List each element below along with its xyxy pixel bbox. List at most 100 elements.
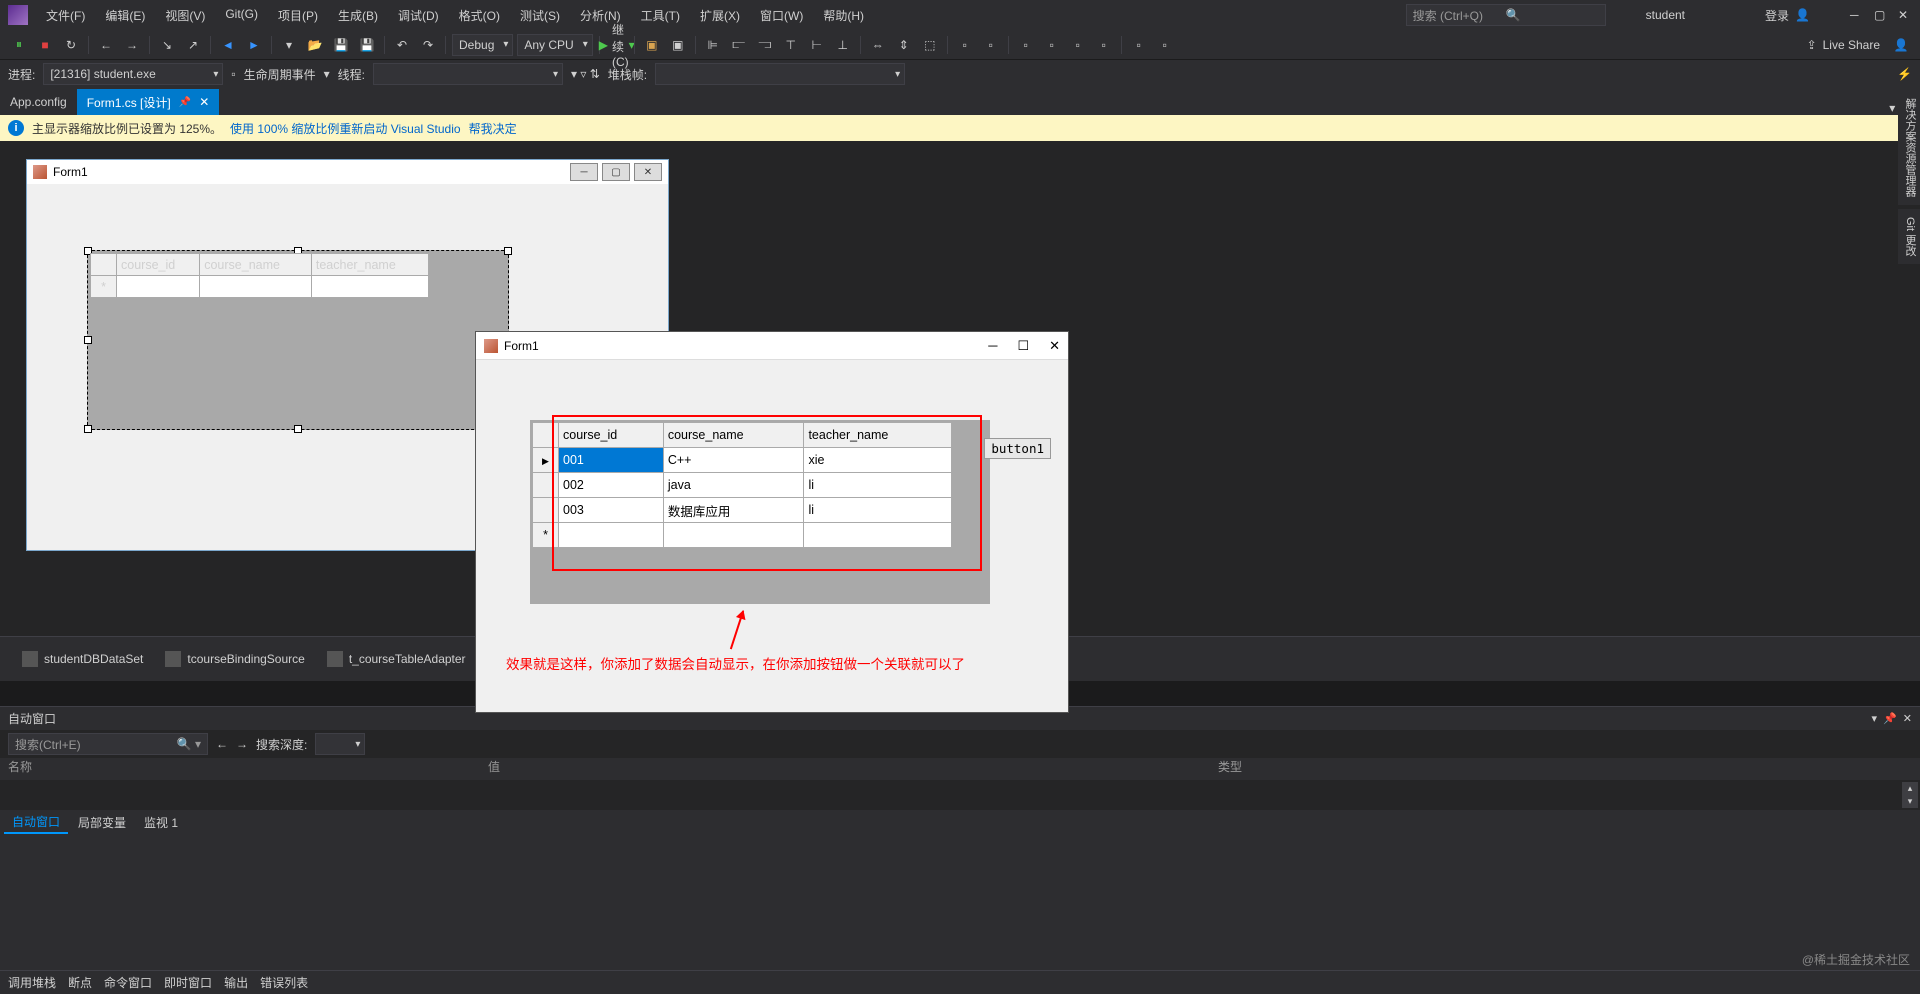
step-icon[interactable]: ↘	[156, 34, 178, 56]
table-row[interactable]: 003数据库应用li	[533, 498, 952, 523]
misc2-icon[interactable]: ▫	[980, 34, 1002, 56]
undo-icon[interactable]: ↶	[391, 34, 413, 56]
redo-icon[interactable]: ↷	[417, 34, 439, 56]
tab-form1-design[interactable]: Form1.cs [设计]📌✕	[77, 89, 220, 115]
button1[interactable]: button1	[984, 438, 1051, 459]
menu-window[interactable]: 窗口(W)	[752, 3, 811, 28]
menu-format[interactable]: 格式(O)	[451, 3, 508, 28]
nav-fwd-icon[interactable]: →	[121, 34, 143, 56]
status-callstack[interactable]: 调用堆栈	[8, 974, 56, 991]
col-type[interactable]: 类型	[1218, 758, 1242, 780]
misc5-icon[interactable]: ▫	[1067, 34, 1089, 56]
nav-back-icon[interactable]: ←	[95, 34, 117, 56]
align-mid-icon[interactable]: ⊢	[806, 34, 828, 56]
stackframe-combo[interactable]	[655, 63, 905, 85]
datagridview-design[interactable]: course_idcourse_nameteacher_name *	[87, 250, 509, 430]
search-back-icon[interactable]: ←	[216, 737, 228, 751]
close-icon[interactable]: ✕	[1898, 8, 1912, 22]
runtime-min-icon[interactable]: ─	[988, 338, 997, 354]
tab-watch[interactable]: 监视 1	[136, 812, 186, 833]
misc7-icon[interactable]: ▫	[1128, 34, 1150, 56]
hspace-icon[interactable]: ⇔	[867, 34, 889, 56]
scroll-up-icon[interactable]: ▴	[1902, 782, 1918, 795]
col-name[interactable]: 名称	[8, 758, 488, 780]
depth-combo[interactable]	[315, 733, 365, 755]
vtab-git-changes[interactable]: Git 更改	[1898, 209, 1920, 264]
misc8-icon[interactable]: ▫	[1154, 34, 1176, 56]
menu-build[interactable]: 生成(B)	[330, 3, 386, 28]
config-combo[interactable]: Debug	[452, 34, 513, 56]
runtime-max-icon[interactable]: ☐	[1017, 338, 1029, 354]
user2-icon[interactable]: 👤	[1890, 34, 1912, 56]
autos-search-input[interactable]: 搜索(Ctrl+E)🔍 ▾	[8, 733, 208, 755]
status-output[interactable]: 输出	[224, 974, 248, 991]
table-row[interactable]: 002javali	[533, 473, 952, 498]
menu-tools[interactable]: 工具(T)	[633, 3, 688, 28]
menu-help[interactable]: 帮助(H)	[815, 3, 872, 28]
saveall-icon[interactable]: 💾	[356, 34, 378, 56]
global-search[interactable]: 搜索 (Ctrl+Q)🔍	[1406, 4, 1606, 26]
panel-close-icon[interactable]: ✕	[1903, 712, 1912, 725]
status-errors[interactable]: 错误列表	[260, 974, 308, 991]
table-row[interactable]: *	[533, 523, 952, 548]
tray-dataset[interactable]: studentDBDataSet	[22, 651, 143, 667]
pin-icon[interactable]: 📌	[179, 97, 191, 108]
panel-dropdown-icon[interactable]: ▾	[1872, 712, 1878, 725]
tb-b-icon[interactable]: ▣	[667, 34, 689, 56]
nav-fwd2-icon[interactable]: ►	[243, 34, 265, 56]
pause-icon[interactable]: ⏸	[8, 34, 30, 56]
size-icon[interactable]: ⬚	[919, 34, 941, 56]
status-cmd[interactable]: 命令窗口	[104, 974, 152, 991]
continue-button[interactable]: ▶ 继续(C) ▾	[606, 34, 628, 56]
close-tab-icon[interactable]: ✕	[199, 95, 209, 109]
tray-tableadapter[interactable]: t_courseTableAdapter	[327, 651, 466, 667]
maximize-icon[interactable]: ▢	[1874, 8, 1888, 22]
runtime-datagridview[interactable]: course_idcourse_nameteacher_name 001C++x…	[530, 420, 990, 604]
runtime-close-icon[interactable]: ✕	[1049, 338, 1060, 354]
misc1-icon[interactable]: ▫	[954, 34, 976, 56]
tray-bindingsource[interactable]: tcourseBindingSource	[165, 651, 304, 667]
align-left-icon[interactable]: ⊫	[702, 34, 724, 56]
menu-file[interactable]: 文件(F)	[38, 3, 93, 28]
vspace-icon[interactable]: ⇕	[893, 34, 915, 56]
liveshare-button[interactable]: ⇪Live Share	[1807, 38, 1880, 52]
align-top-icon[interactable]: ⊤	[780, 34, 802, 56]
status-breakpoints[interactable]: 断点	[68, 974, 92, 991]
step2-icon[interactable]: ↗	[182, 34, 204, 56]
menu-extensions[interactable]: 扩展(X)	[692, 3, 748, 28]
menu-project[interactable]: 项目(P)	[270, 3, 326, 28]
menu-debug[interactable]: 调试(D)	[390, 3, 447, 28]
tb-a-icon[interactable]: ▣	[641, 34, 663, 56]
open-icon[interactable]: 📂	[304, 34, 326, 56]
runtime-form[interactable]: Form1 ─ ☐ ✕ course_idcourse_nameteacher_…	[475, 331, 1069, 713]
login-link[interactable]: 登录👤	[1765, 7, 1810, 24]
menu-edit[interactable]: 编辑(E)	[97, 3, 153, 28]
align-center-icon[interactable]: ⫍	[728, 34, 750, 56]
misc6-icon[interactable]: ▫	[1093, 34, 1115, 56]
col-value[interactable]: 值	[488, 758, 1218, 780]
restart-icon[interactable]: ↻	[60, 34, 82, 56]
search-fwd-icon[interactable]: →	[236, 737, 248, 751]
menu-view[interactable]: 视图(V)	[157, 3, 213, 28]
minimize-icon[interactable]: ─	[1850, 8, 1864, 22]
save-icon[interactable]: 💾	[330, 34, 352, 56]
vtab-solution-explorer[interactable]: 解决方案资源管理器	[1898, 90, 1920, 205]
tab-locals[interactable]: 局部变量	[70, 812, 134, 833]
misc3-icon[interactable]: ▫	[1015, 34, 1037, 56]
process-combo[interactable]: [21316] student.exe	[43, 63, 223, 85]
status-immediate[interactable]: 即时窗口	[164, 974, 212, 991]
stop-icon[interactable]: ■	[34, 34, 56, 56]
misc4-icon[interactable]: ▫	[1041, 34, 1063, 56]
new-icon[interactable]: ▾	[278, 34, 300, 56]
panel-pin-icon[interactable]: 📌	[1883, 712, 1897, 725]
tab-autos[interactable]: 自动窗口	[4, 811, 68, 834]
platform-combo[interactable]: Any CPU	[517, 34, 592, 56]
table-row[interactable]: 001C++xie	[533, 448, 952, 473]
tab-dropdown-icon[interactable]: ▾	[1889, 101, 1895, 115]
tab-appconfig[interactable]: App.config	[0, 89, 77, 115]
info-help-link[interactable]: 帮我决定	[469, 120, 517, 137]
nav-back2-icon[interactable]: ◄	[217, 34, 239, 56]
menu-git[interactable]: Git(G)	[217, 3, 266, 28]
info-restart-link[interactable]: 使用 100% 缩放比例重新启动 Visual Studio	[230, 120, 461, 137]
scroll-down-icon[interactable]: ▾	[1902, 795, 1918, 808]
